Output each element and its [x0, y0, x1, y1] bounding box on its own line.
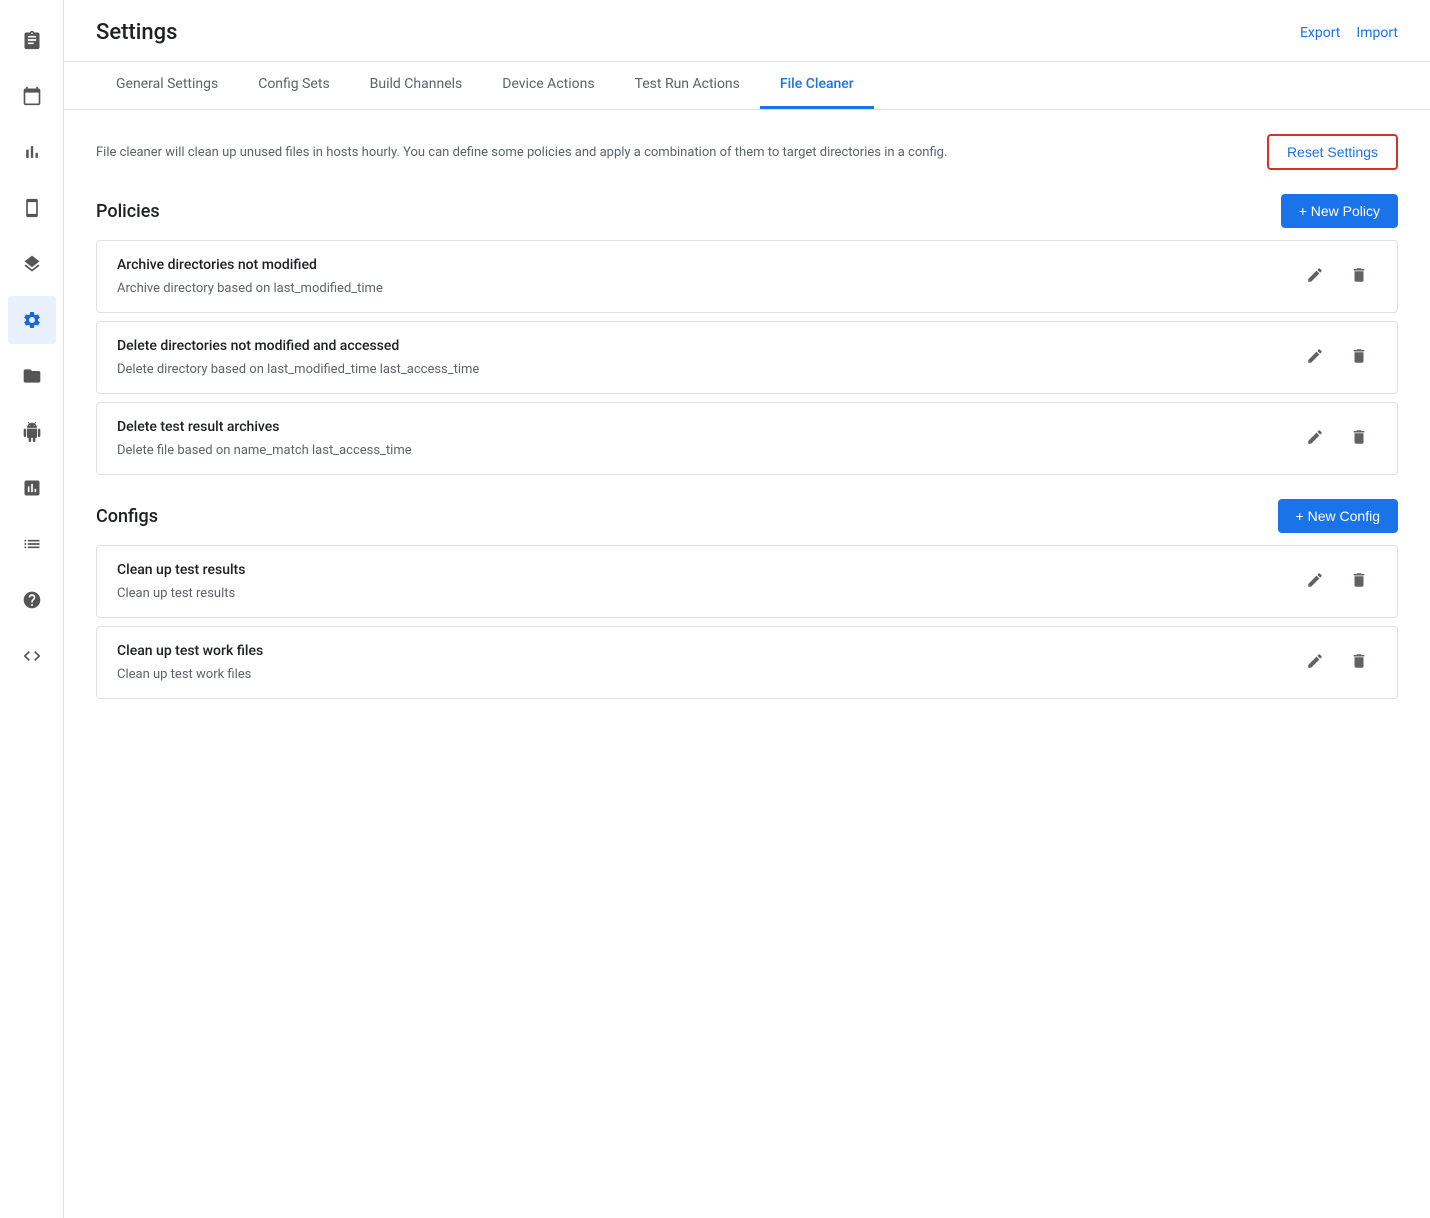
- tab-device-actions[interactable]: Device Actions: [482, 62, 614, 109]
- export-link[interactable]: Export: [1300, 25, 1340, 41]
- edit-icon: [1306, 571, 1324, 589]
- edit-icon: [1306, 347, 1324, 365]
- policy-delete-button-1[interactable]: [1341, 338, 1377, 374]
- delete-icon: [1350, 347, 1368, 365]
- config-subtitle-0: Clean up test results: [117, 586, 245, 601]
- policy-subtitle-0: Archive directory based on last_modified…: [117, 281, 383, 296]
- list-icon: [22, 534, 42, 554]
- sidebar-item-android[interactable]: [8, 408, 56, 456]
- tabs-bar: General Settings Config Sets Build Chann…: [64, 62, 1430, 110]
- configs-section-header: Configs + New Config: [96, 499, 1398, 533]
- config-card-1: Clean up test work files Clean up test w…: [96, 626, 1398, 699]
- sidebar: [0, 0, 64, 1218]
- tab-test-run-actions[interactable]: Test Run Actions: [615, 62, 760, 109]
- delete-icon: [1350, 571, 1368, 589]
- policy-edit-button-0[interactable]: [1297, 257, 1333, 293]
- delete-icon: [1350, 652, 1368, 670]
- sidebar-item-layers[interactable]: [8, 240, 56, 288]
- config-info-1: Clean up test work files Clean up test w…: [117, 643, 263, 682]
- sidebar-item-calendar[interactable]: [8, 72, 56, 120]
- configs-title: Configs: [96, 506, 158, 527]
- policy-info-1: Delete directories not modified and acce…: [117, 338, 479, 377]
- tab-build-channels[interactable]: Build Channels: [350, 62, 483, 109]
- header-actions: Export Import: [1300, 25, 1398, 57]
- code-icon: [22, 646, 42, 666]
- tab-config-sets[interactable]: Config Sets: [238, 62, 349, 109]
- phone-icon: [22, 198, 42, 218]
- main-content: Settings Export Import General Settings …: [64, 0, 1430, 1218]
- policy-title-2: Delete test result archives: [117, 419, 412, 435]
- config-card-0: Clean up test results Clean up test resu…: [96, 545, 1398, 618]
- android-icon: [22, 422, 42, 442]
- edit-icon: [1306, 428, 1324, 446]
- page-content: File cleaner will clean up unused files …: [64, 110, 1430, 1218]
- config-delete-button-1[interactable]: [1341, 643, 1377, 679]
- policy-delete-button-2[interactable]: [1341, 419, 1377, 455]
- chart-icon: [22, 142, 42, 162]
- activity-icon: [22, 478, 42, 498]
- calendar-icon: [22, 86, 42, 106]
- policy-info-0: Archive directories not modified Archive…: [117, 257, 383, 296]
- config-delete-button-0[interactable]: [1341, 562, 1377, 598]
- clipboard-icon: [22, 30, 42, 50]
- policy-actions-1: [1297, 338, 1377, 374]
- edit-icon: [1306, 652, 1324, 670]
- policy-card-0: Archive directories not modified Archive…: [96, 240, 1398, 313]
- policy-actions-0: [1297, 257, 1377, 293]
- config-title-0: Clean up test results: [117, 562, 245, 578]
- configs-section: Configs + New Config Clean up test resul…: [96, 499, 1398, 699]
- sidebar-item-code[interactable]: [8, 632, 56, 680]
- config-subtitle-1: Clean up test work files: [117, 667, 263, 682]
- config-edit-button-0[interactable]: [1297, 562, 1333, 598]
- policy-subtitle-2: Delete file based on name_match last_acc…: [117, 443, 412, 458]
- config-edit-button-1[interactable]: [1297, 643, 1333, 679]
- help-icon: [22, 590, 42, 610]
- delete-icon: [1350, 428, 1368, 446]
- settings-icon: [22, 310, 42, 330]
- policies-section-header: Policies + New Policy: [96, 194, 1398, 228]
- policy-title-0: Archive directories not modified: [117, 257, 383, 273]
- edit-icon: [1306, 266, 1324, 284]
- layers-icon: [22, 254, 42, 274]
- policy-subtitle-1: Delete directory based on last_modified_…: [117, 362, 479, 377]
- sidebar-item-folder[interactable]: [8, 352, 56, 400]
- sidebar-item-list[interactable]: [8, 520, 56, 568]
- page-header: Settings Export Import: [64, 0, 1430, 62]
- policies-section: Policies + New Policy Archive directorie…: [96, 194, 1398, 475]
- sidebar-item-chart[interactable]: [8, 128, 56, 176]
- policy-actions-2: [1297, 419, 1377, 455]
- config-info-0: Clean up test results Clean up test resu…: [117, 562, 245, 601]
- policy-edit-button-1[interactable]: [1297, 338, 1333, 374]
- policies-title: Policies: [96, 201, 160, 222]
- policy-card-1: Delete directories not modified and acce…: [96, 321, 1398, 394]
- config-actions-0: [1297, 562, 1377, 598]
- sidebar-item-clipboard[interactable]: [8, 16, 56, 64]
- tab-general-settings[interactable]: General Settings: [96, 62, 238, 109]
- tab-file-cleaner[interactable]: File Cleaner: [760, 62, 874, 109]
- delete-icon: [1350, 266, 1368, 284]
- import-link[interactable]: Import: [1356, 25, 1398, 41]
- policy-edit-button-2[interactable]: [1297, 419, 1333, 455]
- new-config-button[interactable]: + New Config: [1278, 499, 1398, 533]
- sidebar-item-settings[interactable]: [8, 296, 56, 344]
- policy-title-1: Delete directories not modified and acce…: [117, 338, 479, 354]
- folder-icon: [22, 366, 42, 386]
- new-policy-button[interactable]: + New Policy: [1281, 194, 1398, 228]
- reset-settings-button[interactable]: Reset Settings: [1267, 134, 1398, 170]
- policy-info-2: Delete test result archives Delete file …: [117, 419, 412, 458]
- page-title: Settings: [96, 20, 177, 61]
- config-actions-1: [1297, 643, 1377, 679]
- policy-card-2: Delete test result archives Delete file …: [96, 402, 1398, 475]
- sidebar-item-activity[interactable]: [8, 464, 56, 512]
- policy-delete-button-0[interactable]: [1341, 257, 1377, 293]
- config-title-1: Clean up test work files: [117, 643, 263, 659]
- sidebar-item-help[interactable]: [8, 576, 56, 624]
- description-text: File cleaner will clean up unused files …: [96, 145, 1251, 160]
- sidebar-item-phone[interactable]: [8, 184, 56, 232]
- description-bar: File cleaner will clean up unused files …: [96, 134, 1398, 170]
